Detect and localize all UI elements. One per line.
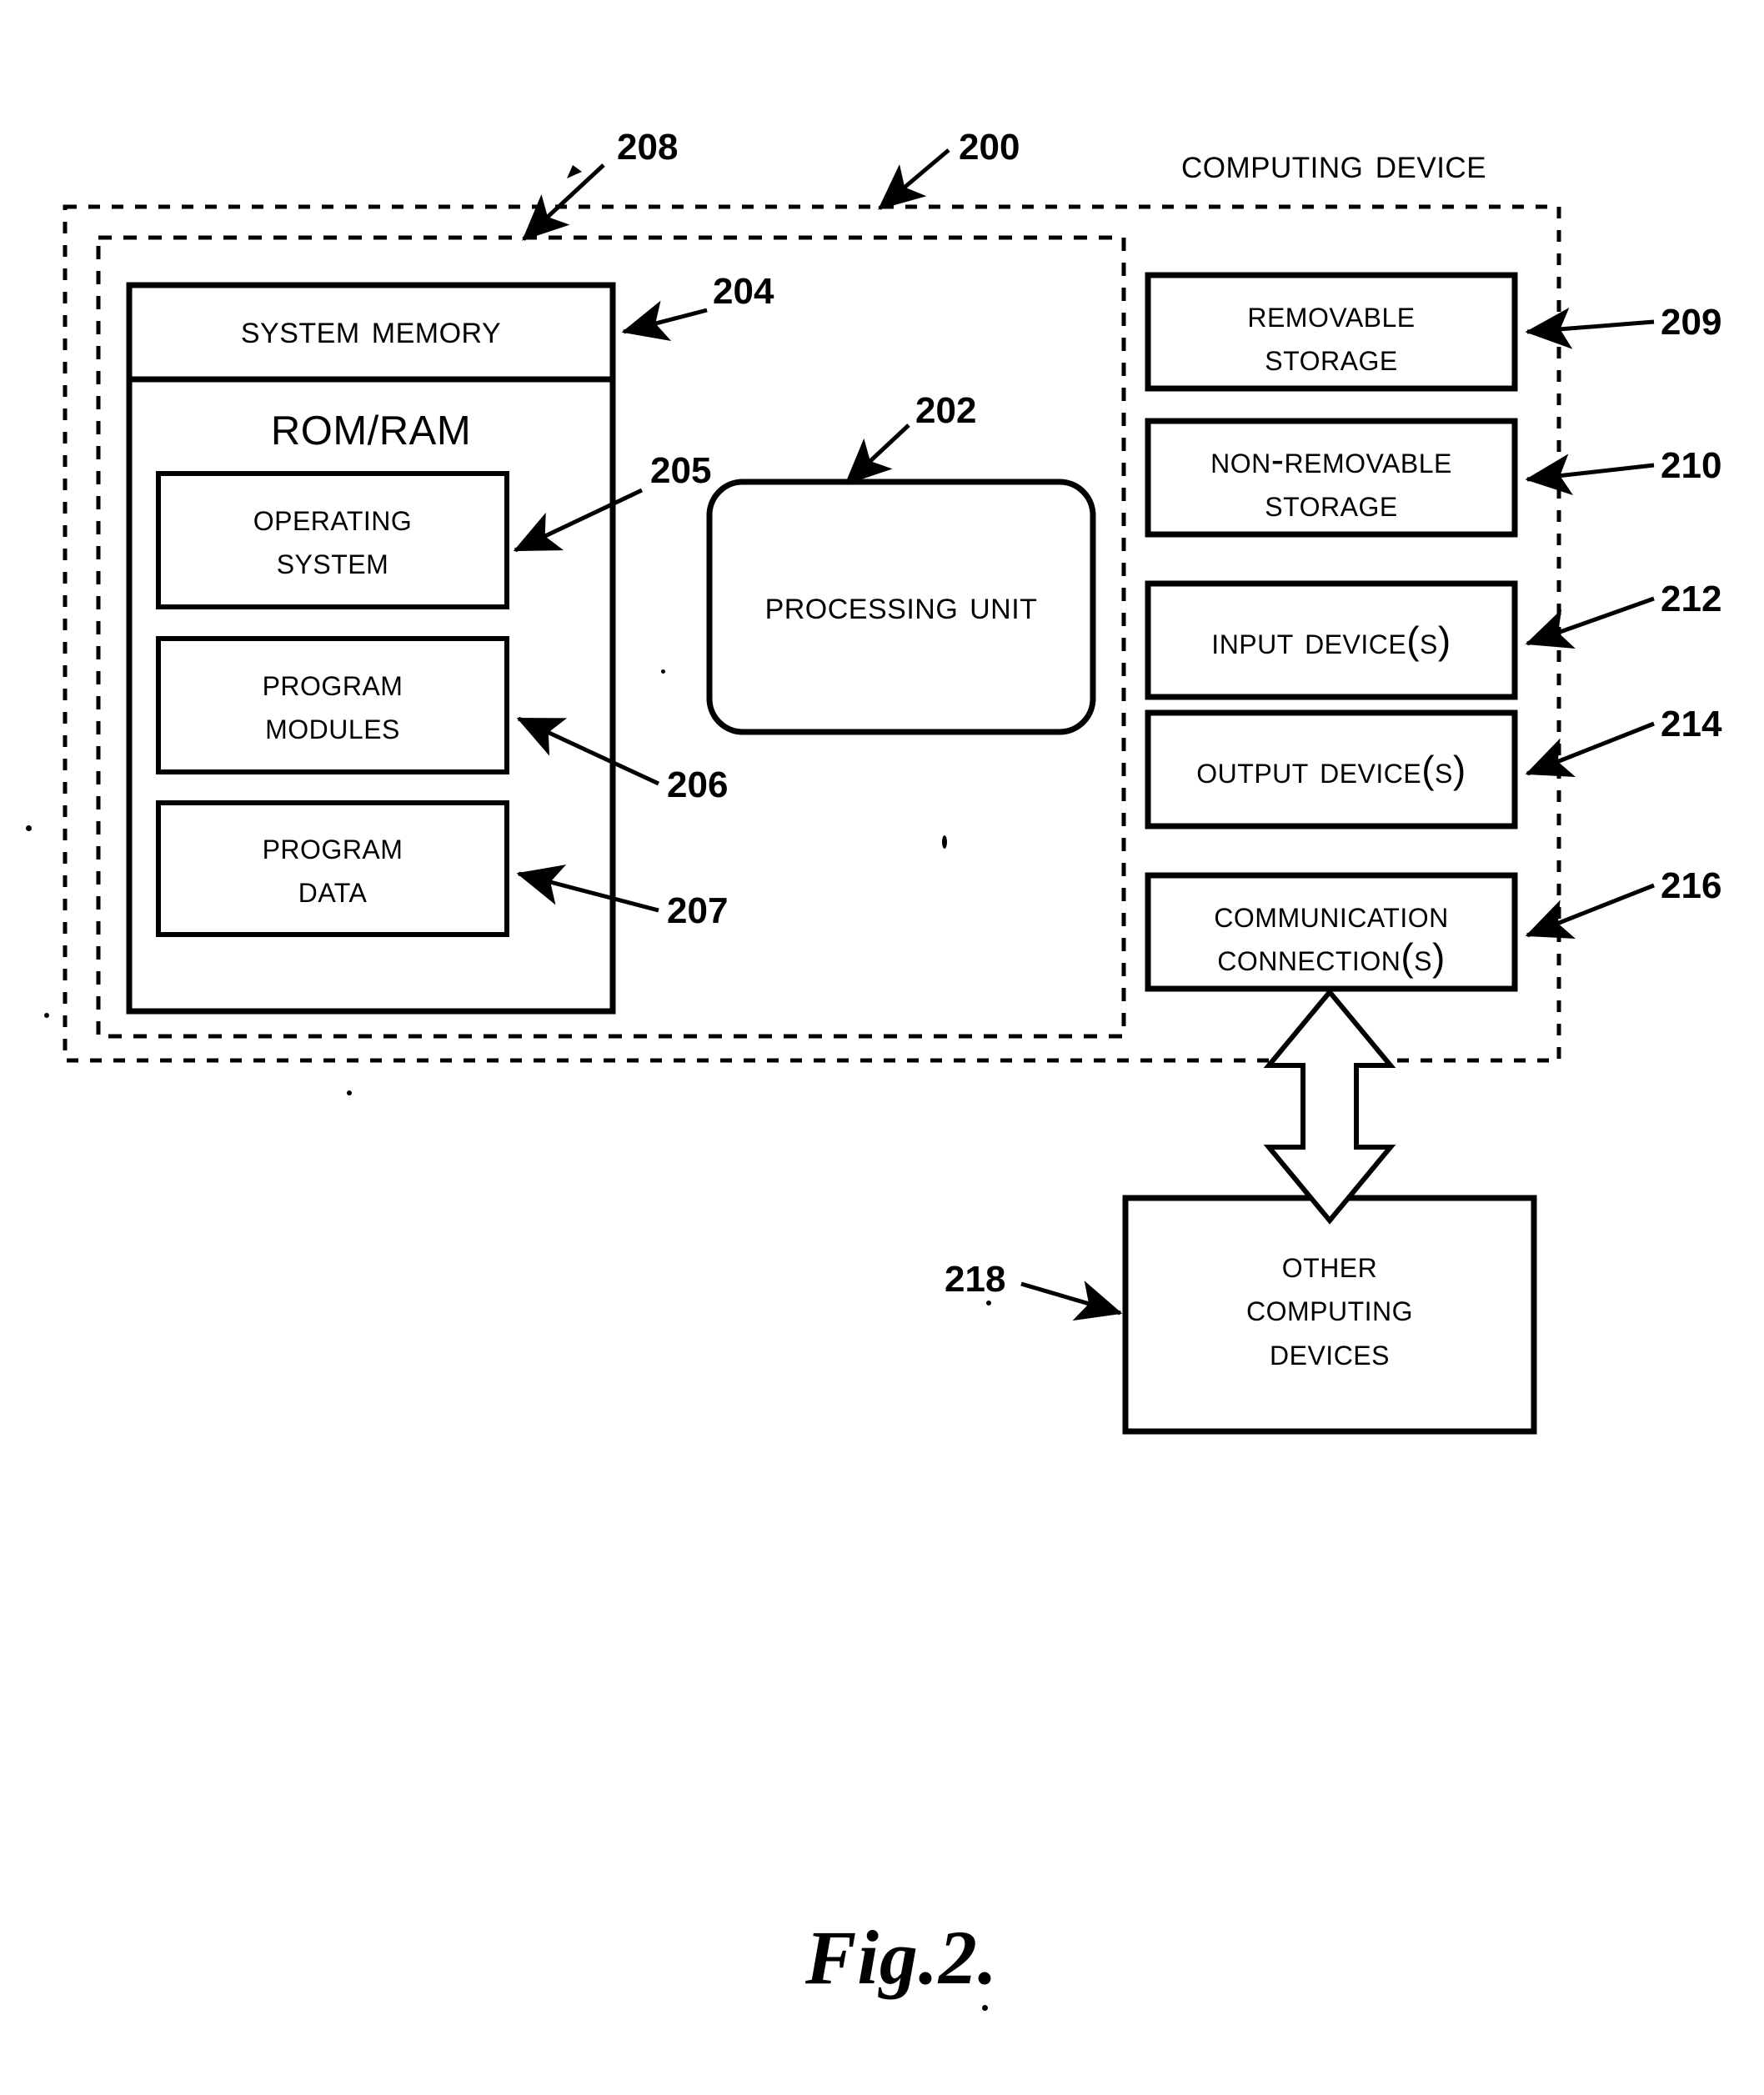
ref-207: 207 [667,890,729,931]
leader-218 [1020,1281,1123,1321]
program-modules-label: Program Modules [262,660,403,748]
leader-208 [522,163,605,241]
scan-speck [942,835,947,849]
scan-speck [26,825,32,831]
ref-214: 214 [1661,704,1722,744]
bidirectional-arrow [1263,988,1396,1225]
ref-218: 218 [945,1259,1006,1300]
scan-speck [347,1090,352,1095]
leader-204 [621,300,708,341]
processing-unit-label: Processing Unit [764,584,1038,628]
ref-208: 208 [617,127,679,168]
communication-connections-label: Communication Connection(s) [1214,892,1449,980]
program-data-label: Program Data [262,824,403,911]
non-removable-storage-label: Non-Removable Storage [1210,438,1452,525]
scan-speck [986,1301,991,1306]
system-memory-label: System Memory [240,307,502,352]
leader-209 [1525,307,1655,349]
scan-speck [982,2005,988,2011]
output-devices-label: Output Device(s) [1196,748,1466,791]
ref-206: 206 [667,764,729,805]
input-devices-label: Input Device(s) [1211,619,1451,662]
ref-204: 204 [713,271,774,312]
patent-figure: Computing Device System Memory ROM/RAM O… [0,0,1764,2095]
leader-214 [1525,721,1655,777]
scan-speck [44,1013,49,1018]
leader-202 [844,424,910,485]
leader-212 [1525,596,1655,649]
rom-ram-label: ROM/RAM [270,408,472,454]
ref-212: 212 [1661,579,1722,619]
computing-device-title: Computing Device [1180,140,1487,187]
ref-205: 205 [650,450,712,491]
figure-caption: Fig.2. [805,1915,998,2000]
leader-200 [878,148,950,210]
operating-system-label: Operating System [253,495,413,583]
ref-209: 209 [1661,302,1722,343]
scan-speck [661,669,665,674]
leader-210 [1525,454,1655,496]
other-computing-devices-label: Other Computing Devices [1245,1242,1414,1373]
ref-202: 202 [915,390,977,431]
ref-210: 210 [1661,445,1722,486]
leader-216 [1525,883,1655,939]
removable-storage-label: Removable Storage [1247,292,1416,379]
ref-200: 200 [959,127,1020,168]
ref-216: 216 [1661,865,1722,906]
